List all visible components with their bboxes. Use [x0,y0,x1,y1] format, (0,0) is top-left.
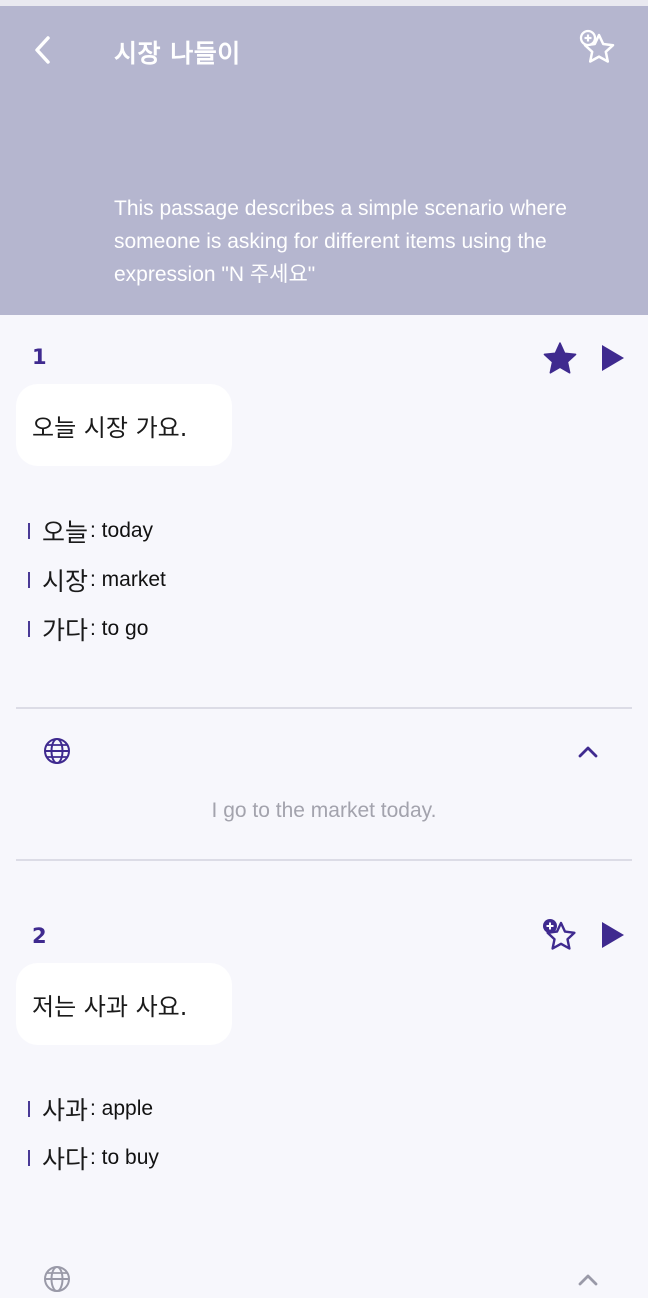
chevron-icon [578,1274,598,1286]
back-button[interactable] [28,30,60,70]
expand-translation-button[interactable] [574,1266,602,1294]
sentence-number: 2 [32,924,47,948]
header: 시장 나들이 This passage describes a simple s… [0,6,648,315]
bullet-bar [28,522,30,539]
vocab-item: 시장 : market [28,555,166,604]
star-add-outline-icon [543,919,576,950]
page-title: 시장 나들이 [114,39,241,68]
play-icon [602,922,624,948]
vocab-item: 사과 : apple [28,1084,159,1133]
bullet-bar [28,620,30,637]
vocab-list: 오늘 : today 시장 : market 가다 : to go [28,506,166,653]
vocab-word: 사과 [42,1095,89,1125]
sentence-card-1: 1 오늘 시장 가요. 오늘 : today 시장 : market 가다 : … [0,315,648,865]
collapse-translation-button[interactable] [574,738,602,766]
bullet-bar [28,1149,30,1166]
vocab-meaning: : to buy [90,1145,159,1169]
passage-description: This passage describes a simple scenario… [114,197,567,286]
vocab-meaning: : market [90,567,166,591]
vocab-word: 시장 [42,566,89,596]
chevron-left-icon [35,36,50,64]
translation-toggle[interactable] [42,736,72,766]
vocab-meaning: : to go [90,616,149,640]
vocab-meaning: : today [90,518,154,542]
chevron-up-icon [578,746,598,758]
play-icon [602,345,624,371]
vocab-word: 사다 [42,1144,89,1174]
vocab-word: 오늘 [42,517,89,547]
play-audio-button[interactable] [594,916,634,956]
vocab-item: 오늘 : today [28,506,166,555]
add-favorite-passage-button[interactable] [576,26,620,70]
add-favorite-sentence-button[interactable] [540,916,580,956]
vocab-meaning: : apple [90,1096,154,1120]
play-audio-button[interactable] [594,339,634,379]
translation-toggle[interactable] [42,1264,72,1294]
bullet-bar [28,571,30,588]
sentence-bubble: 저는 사과 사요. [16,963,232,1045]
bullet-bar [28,1100,30,1117]
vocab-list: 사과 : apple 사다 : to buy [28,1084,159,1182]
favorite-sentence-button[interactable] [540,339,580,379]
sentence-bubble: 오늘 시장 가요. [16,384,232,466]
divider [16,859,632,861]
translation-text: I go to the market today. [211,799,437,822]
vocab-item: 사다 : to buy [28,1133,159,1182]
star-add-outline-icon [579,29,615,63]
sentence-card-2: 2 저는 사과 사요. 사과 : apple 사다 : to buy [0,894,648,1292]
globe-icon [44,738,70,764]
vocab-word: 가다 [42,615,89,645]
star-filled-icon [543,342,577,374]
sentence-number: 1 [32,345,47,369]
divider [16,707,632,709]
globe-icon [44,1266,70,1292]
vocab-item: 가다 : to go [28,604,166,653]
